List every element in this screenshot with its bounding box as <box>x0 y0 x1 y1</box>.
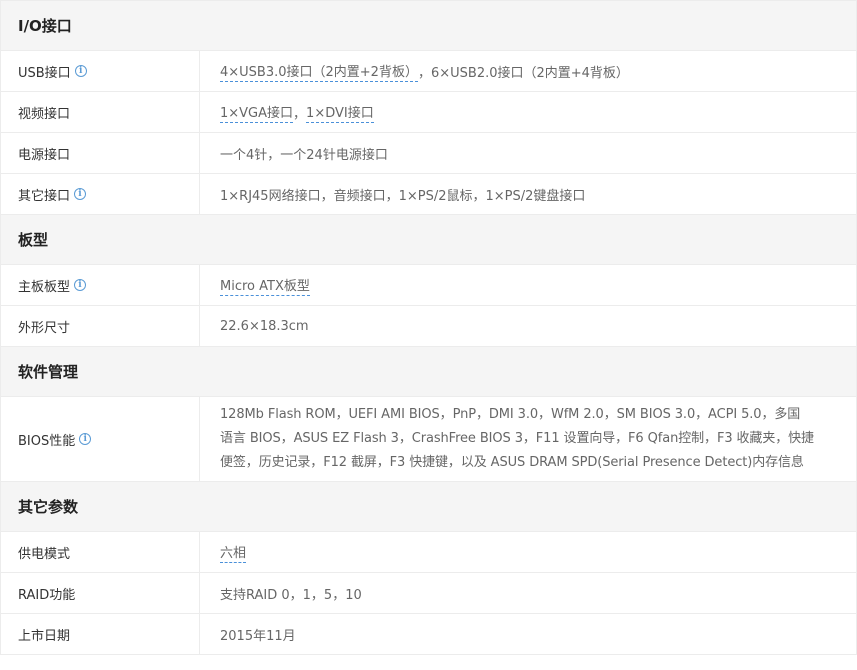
info-circle-icon[interactable]: i <box>79 433 92 445</box>
spec-label-cell: 其它接口 i <box>1 174 200 214</box>
spec-label: 供电模式 <box>18 546 71 562</box>
spec-value-text: ，6×USB2.0接口（2内置+4背板） <box>417 65 629 81</box>
spec-label-cell: 外形尺寸 <box>1 306 200 346</box>
spec-value-separator: ， <box>293 106 307 122</box>
spec-label: 视频接口 <box>18 106 71 122</box>
spec-value-link[interactable]: 1×VGA接口 <box>220 102 294 123</box>
section-header-form-factor: 板型 <box>1 215 856 265</box>
spec-value-line: 便签，历史记录，F12 截屏，F3 快捷键，以及 ASUS DRAM SPD(S… <box>220 455 804 470</box>
section-header-other: 其它参数 <box>1 482 856 532</box>
spec-value-text: 2015年11月 <box>220 628 296 644</box>
spec-row-release-date: 上市日期 2015年11月 <box>1 614 856 655</box>
spec-label: USB接口 <box>18 65 71 81</box>
spec-value-cell: Micro ATX板型 <box>200 265 856 305</box>
spec-label: 上市日期 <box>18 628 71 644</box>
spec-label: 主板板型 <box>18 279 71 295</box>
spec-label-cell: USB接口 i <box>1 51 200 91</box>
spec-value-line: 语言 BIOS，ASUS EZ Flash 3，CrashFree BIOS 3… <box>220 431 814 446</box>
spec-label: 电源接口 <box>18 147 71 163</box>
section-title: 其它参数 <box>18 498 79 516</box>
spec-value-cell: 支持RAID 0，1，5，10 <box>200 573 856 613</box>
info-circle-icon[interactable]: i <box>74 188 87 200</box>
spec-value-cell: 六相 <box>200 532 856 572</box>
spec-label-cell: BIOS性能 i <box>1 397 200 481</box>
spec-row-power-phase: 供电模式 六相 <box>1 532 856 573</box>
spec-label-cell: RAID功能 <box>1 573 200 613</box>
spec-row-other-ports: 其它接口 i 1×RJ45网络接口，音频接口，1×PS/2鼠标，1×PS/2键盘… <box>1 174 856 215</box>
spec-value-text: 支持RAID 0，1，5，10 <box>220 587 362 603</box>
spec-label-cell: 视频接口 <box>1 92 200 132</box>
spec-value-cell: 1×VGA接口， 1×DVI接口 <box>200 92 856 132</box>
spec-value-line: 128Mb Flash ROM，UEFI AMI BIOS，PnP，DMI 3.… <box>220 407 801 422</box>
section-title: 板型 <box>18 231 49 249</box>
spec-label: 其它接口 <box>18 188 71 204</box>
spec-row-raid: RAID功能 支持RAID 0，1，5，10 <box>1 573 856 614</box>
spec-row-board-type: 主板板型 i Micro ATX板型 <box>1 265 856 306</box>
spec-value-cell: 2015年11月 <box>200 614 856 654</box>
spec-value-cell: 1×RJ45网络接口，音频接口，1×PS/2鼠标，1×PS/2键盘接口 <box>200 174 856 214</box>
spec-value-cell: 一个4针，一个24针电源接口 <box>200 133 856 173</box>
spec-row-power: 电源接口 一个4针，一个24针电源接口 <box>1 133 856 174</box>
spec-label-cell: 主板板型 i <box>1 265 200 305</box>
info-circle-icon[interactable]: i <box>74 279 87 291</box>
spec-value-text: 22.6×18.3cm <box>220 318 309 334</box>
spec-value-link[interactable]: Micro ATX板型 <box>220 275 310 296</box>
info-circle-icon[interactable]: i <box>74 65 87 77</box>
spec-value-cell: 128Mb Flash ROM，UEFI AMI BIOS，PnP，DMI 3.… <box>200 397 856 481</box>
section-title: 软件管理 <box>18 363 79 381</box>
spec-table: I/O接口 USB接口 i 4×USB3.0接口（2内置+2背板） ，6×USB2… <box>0 0 857 655</box>
spec-label: BIOS性能 <box>18 433 76 449</box>
spec-row-dimensions: 外形尺寸 22.6×18.3cm <box>1 306 856 347</box>
spec-row-bios: BIOS性能 i 128Mb Flash ROM，UEFI AMI BIOS，P… <box>1 397 856 482</box>
spec-value-multiline: 128Mb Flash ROM，UEFI AMI BIOS，PnP，DMI 3.… <box>220 403 814 475</box>
section-title: I/O接口 <box>18 17 72 35</box>
spec-row-video: 视频接口 1×VGA接口， 1×DVI接口 <box>1 92 856 133</box>
spec-value-cell: 4×USB3.0接口（2内置+2背板） ，6×USB2.0接口（2内置+4背板） <box>200 51 856 91</box>
spec-value-link[interactable]: 六相 <box>220 542 247 563</box>
spec-label-cell: 电源接口 <box>1 133 200 173</box>
spec-label: 外形尺寸 <box>18 320 71 336</box>
spec-value-link[interactable]: 4×USB3.0接口（2内置+2背板） <box>220 61 418 82</box>
spec-value-text: 1×RJ45网络接口，音频接口，1×PS/2鼠标，1×PS/2键盘接口 <box>220 188 586 204</box>
spec-label-cell: 供电模式 <box>1 532 200 572</box>
spec-label: RAID功能 <box>18 587 76 603</box>
spec-value-text: 一个4针，一个24针电源接口 <box>220 147 388 163</box>
spec-value-link[interactable]: 1×DVI接口 <box>306 102 374 123</box>
spec-value-cell: 22.6×18.3cm <box>200 306 856 346</box>
section-header-io: I/O接口 <box>1 1 856 51</box>
spec-row-usb: USB接口 i 4×USB3.0接口（2内置+2背板） ，6×USB2.0接口（2… <box>1 51 856 92</box>
section-header-software: 软件管理 <box>1 347 856 397</box>
spec-label-cell: 上市日期 <box>1 614 200 654</box>
